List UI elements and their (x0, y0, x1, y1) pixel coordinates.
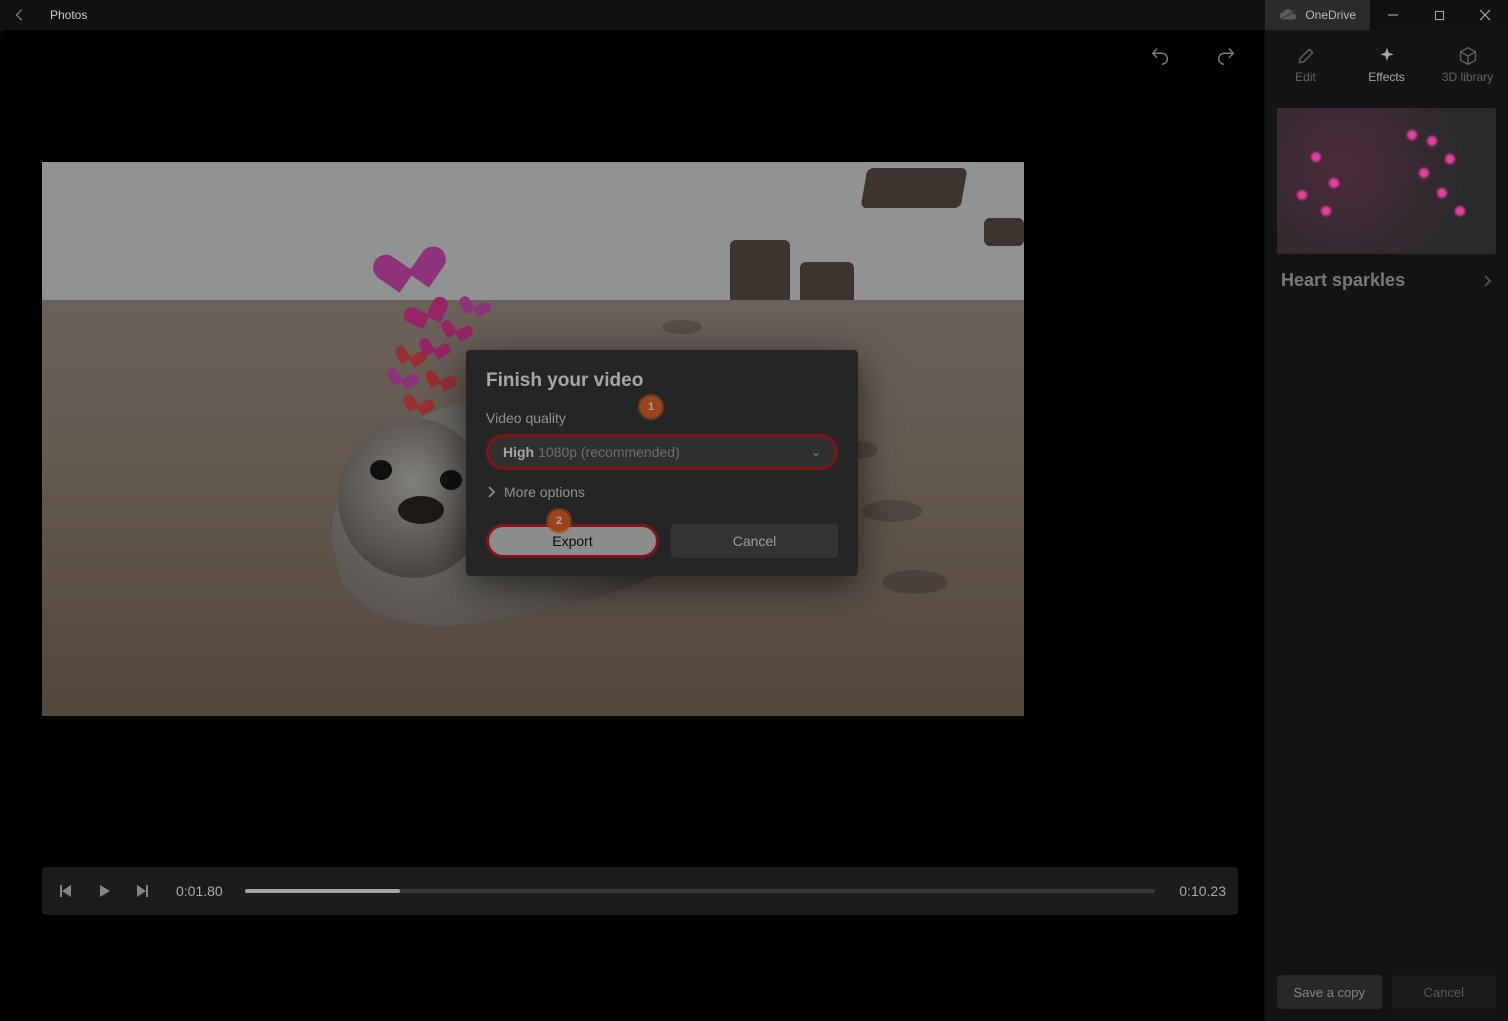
chevron-down-icon: ⌄ (811, 445, 821, 459)
tab-edit[interactable]: Edit (1265, 30, 1346, 100)
quality-label: Video quality (486, 410, 838, 426)
heart-effect-icon (408, 388, 432, 411)
sidebar-cancel-label: Cancel (1424, 985, 1464, 1000)
play-button[interactable] (92, 879, 116, 903)
next-frame-button[interactable] (130, 879, 154, 903)
selected-effect-name: Heart sparkles (1281, 270, 1405, 291)
tab-library-label: 3D library (1442, 70, 1493, 84)
annotation-badge-1: 1 (640, 396, 662, 418)
main-area: Finish your video Video quality High 108… (0, 30, 1508, 1021)
play-icon (97, 884, 111, 898)
video-subject-eye (370, 460, 392, 480)
maximize-button[interactable] (1416, 0, 1462, 30)
heart-effect-icon (382, 231, 433, 280)
effects-sidebar: Edit Effects 3D library He (1264, 30, 1508, 1021)
heart-effect-icon (464, 290, 488, 313)
video-stage: Finish your video Video quality High 108… (0, 30, 1264, 1021)
step-forward-icon (135, 884, 149, 898)
export-button[interactable]: Export (486, 524, 659, 558)
dialog-title: Finish your video (486, 370, 838, 392)
cancel-button-label: Cancel (733, 533, 777, 549)
quality-value-prefix: High (503, 444, 534, 460)
current-time: 0:01.80 (176, 883, 223, 899)
arrow-left-icon (13, 8, 27, 22)
back-button[interactable] (0, 0, 40, 30)
app-title: Photos (50, 8, 87, 22)
save-copy-label: Save a copy (1293, 985, 1365, 1000)
seek-track[interactable] (245, 889, 1156, 893)
onedrive-label: OneDrive (1305, 8, 1356, 22)
undo-icon (1149, 45, 1171, 67)
cancel-button[interactable]: Cancel (671, 524, 838, 558)
pencil-icon (1296, 46, 1316, 66)
close-icon (1479, 9, 1491, 21)
quality-value-suffix: 1080p (recommended) (538, 444, 680, 460)
more-options-toggle[interactable]: More options (486, 484, 838, 500)
effect-thumbnail[interactable] (1277, 108, 1496, 254)
annotation-badge-2: 2 (548, 510, 570, 532)
export-button-label: Export (552, 533, 592, 549)
title-bar: Photos OneDrive (0, 0, 1508, 30)
video-rock (984, 218, 1024, 246)
step-back-icon (59, 884, 73, 898)
tab-3d-library[interactable]: 3D library (1427, 30, 1508, 100)
tab-effects[interactable]: Effects (1346, 30, 1427, 100)
tab-edit-label: Edit (1295, 70, 1316, 84)
heart-effect-icon (392, 362, 416, 385)
chevron-right-icon (486, 486, 496, 498)
seek-progress (245, 889, 400, 893)
cube-icon (1458, 46, 1478, 66)
undo-button[interactable] (1142, 38, 1178, 74)
duration: 0:10.23 (1179, 883, 1226, 899)
onedrive-status[interactable]: OneDrive (1265, 0, 1370, 30)
redo-button[interactable] (1208, 38, 1244, 74)
video-subject-nose (398, 496, 444, 524)
prev-frame-button[interactable] (54, 879, 78, 903)
quality-dropdown[interactable]: High 1080p (recommended) ⌄ (486, 434, 838, 470)
effect-thumbnail-bg (1277, 108, 1496, 254)
video-subject-eye (440, 470, 462, 490)
heart-effect-icon (430, 364, 454, 387)
chevron-right-icon (1482, 274, 1492, 288)
sparkle-icon (1377, 46, 1397, 66)
tab-effects-label: Effects (1368, 70, 1404, 84)
cloud-offline-icon (1279, 9, 1297, 21)
save-copy-button[interactable]: Save a copy (1277, 975, 1382, 1009)
redo-icon (1215, 45, 1237, 67)
sidebar-cancel-button[interactable]: Cancel (1392, 975, 1497, 1009)
heart-effect-icon (424, 332, 448, 355)
heart-effect-icon (446, 314, 470, 337)
close-button[interactable] (1462, 0, 1508, 30)
minimize-button[interactable] (1370, 0, 1416, 30)
selected-effect-row[interactable]: Heart sparkles (1265, 264, 1508, 291)
playback-bar: 0:01.80 0:10.23 (42, 867, 1238, 915)
video-rock (860, 168, 967, 208)
export-dialog: Finish your video Video quality High 108… (466, 350, 858, 576)
minimize-icon (1387, 9, 1399, 21)
more-options-label: More options (504, 484, 585, 500)
maximize-icon (1434, 10, 1445, 21)
video-rock (730, 240, 790, 304)
